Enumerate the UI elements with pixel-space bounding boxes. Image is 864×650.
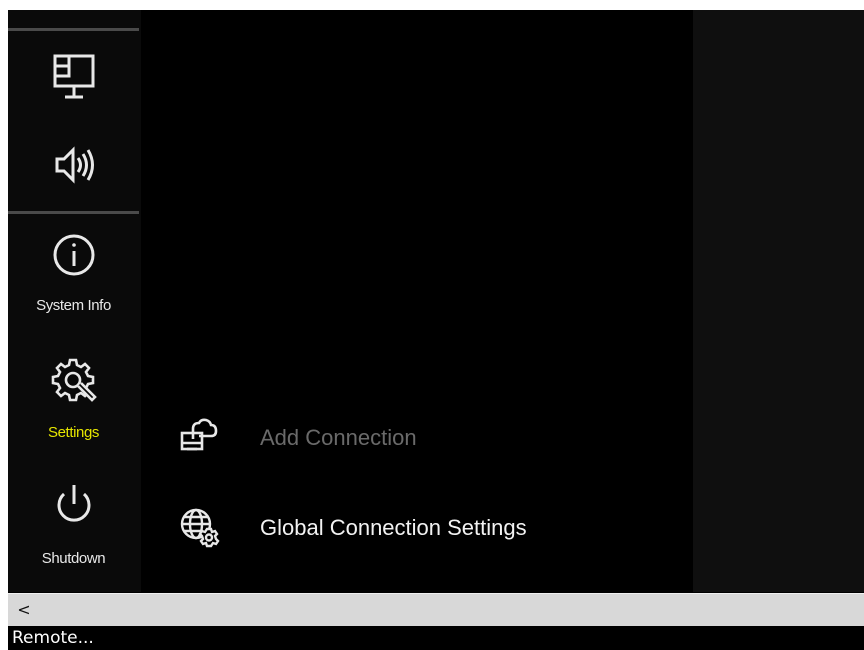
sidebar-item-shutdown[interactable]: Shutdown bbox=[8, 480, 139, 567]
cloud-monitor-icon bbox=[180, 418, 218, 451]
main-pane: Add Connection Global Connection Setting… bbox=[141, 10, 693, 592]
sidebar-divider bbox=[8, 28, 139, 31]
global-connection-settings-label: Global Connection Settings bbox=[260, 515, 527, 540]
sidebar-divider bbox=[8, 211, 139, 214]
sidebar: System Info Settings Shutdown bbox=[8, 10, 141, 592]
scroll-left-button[interactable]: < bbox=[12, 594, 36, 626]
sidebar-item-label: Settings bbox=[48, 424, 99, 441]
info-icon bbox=[53, 234, 94, 276]
speaker-icon bbox=[55, 146, 94, 184]
global-connection-settings-button[interactable]: Global Connection Settings bbox=[179, 506, 527, 550]
background-window-edge bbox=[0, 10, 8, 610]
sidebar-item-label: Shutdown bbox=[41, 550, 106, 567]
monitor-icon bbox=[53, 54, 94, 99]
status-text: Remote... bbox=[12, 628, 94, 648]
power-icon bbox=[57, 485, 90, 522]
add-connection-button[interactable]: Add Connection bbox=[179, 416, 417, 460]
app-window: System Info Settings Shutdown Add Connec… bbox=[8, 10, 864, 650]
horizontal-scrollbar[interactable]: < bbox=[8, 593, 864, 626]
sidebar-item-system-info[interactable]: System Info bbox=[8, 229, 139, 314]
sidebar-item-settings[interactable]: Settings bbox=[8, 354, 139, 441]
sidebar-item-audio[interactable] bbox=[8, 142, 139, 188]
gear-wrench-icon bbox=[51, 358, 97, 402]
sidebar-item-label: System Info bbox=[36, 297, 111, 314]
right-pane bbox=[693, 10, 864, 592]
sidebar-item-display[interactable] bbox=[8, 48, 139, 104]
globe-gear-icon bbox=[180, 508, 220, 548]
add-connection-label: Add Connection bbox=[260, 425, 417, 450]
